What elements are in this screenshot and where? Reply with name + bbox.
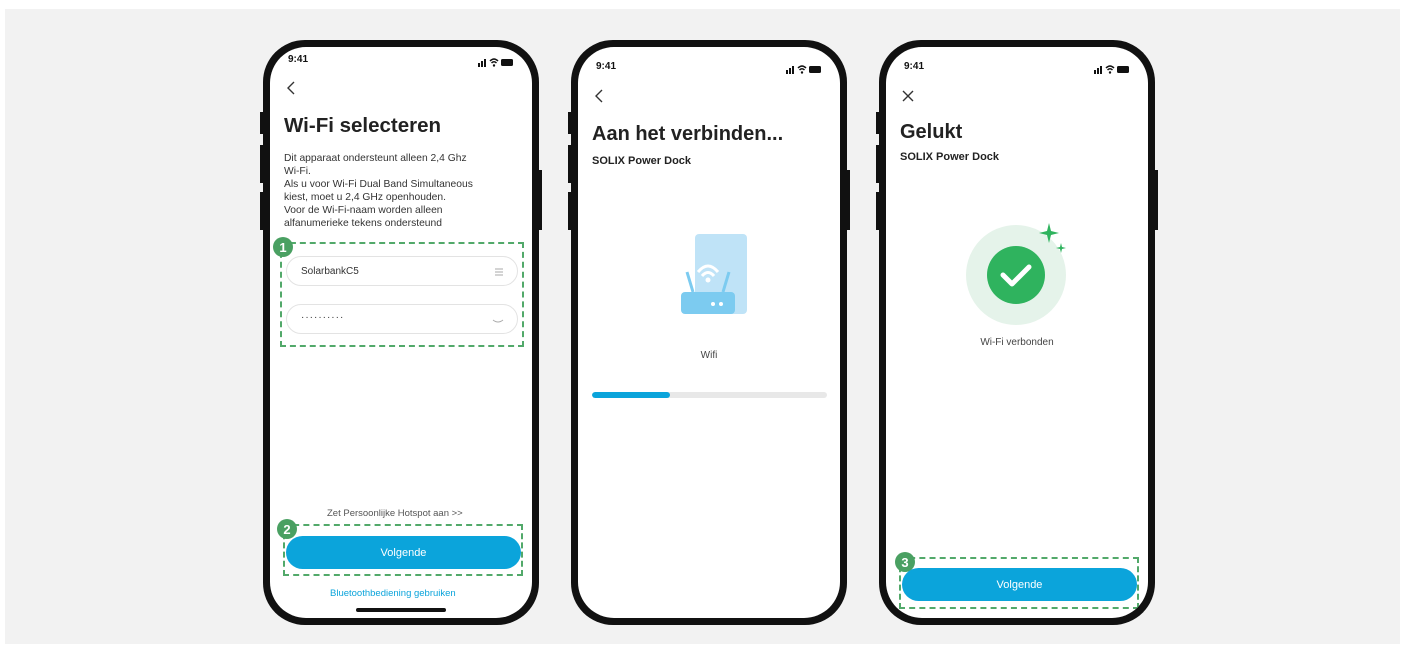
password-field[interactable]: ·········· <box>286 304 518 334</box>
phone-wifi-select: 9:41 Wi-Fi selecteren Dit apparaat onder… <box>260 40 542 625</box>
home-indicator <box>356 608 446 612</box>
description-line: Dit apparaat ondersteunt alleen 2,4 Ghz <box>284 153 467 164</box>
description-line: alfanumerieke tekens ondersteund <box>284 218 442 229</box>
status-icons <box>786 61 822 79</box>
next-button[interactable]: Volgende <box>286 536 521 569</box>
back-chevron-icon[interactable] <box>284 80 300 96</box>
page-title: Gelukt <box>900 121 963 143</box>
description-line: Wi-Fi. <box>284 166 311 177</box>
ssid-value: SolarbankC5 <box>301 266 359 277</box>
success-check-icon <box>966 217 1076 332</box>
device-name: SOLIX Power Dock <box>592 155 692 167</box>
next-button[interactable]: Volgende <box>902 568 1137 601</box>
device-type-label: Wifi <box>700 350 718 361</box>
password-value: ·········· <box>301 312 345 323</box>
eye-closed-icon[interactable] <box>491 313 505 331</box>
router-illustration-icon <box>673 232 753 327</box>
ssid-field[interactable]: SolarbankC5 <box>286 256 518 286</box>
step-badge-2: 2 <box>277 519 297 539</box>
page-title: Aan het verbinden... <box>592 123 784 145</box>
description-line: Voor de Wi-Fi-naam worden alleen <box>284 205 443 216</box>
description-line: Als u voor Wi-Fi Dual Band Simultaneous <box>284 179 473 190</box>
phone-success: 9:41 Gelukt SOLIX Power Dock Wi-Fi verbo… <box>876 40 1158 625</box>
device-name: SOLIX Power Dock <box>900 151 1000 163</box>
list-icon[interactable] <box>493 265 505 283</box>
step-badge-1: 1 <box>273 237 293 257</box>
screen: 9:41 Aan het verbinden... SOLIX Power Do… <box>578 47 840 618</box>
screen: 9:41 Gelukt SOLIX Power Dock Wi-Fi verbo… <box>886 47 1148 618</box>
close-icon[interactable] <box>900 88 916 104</box>
progress-fill <box>592 392 670 398</box>
status-icons <box>1094 61 1130 79</box>
status-time: 9:41 <box>904 61 925 72</box>
bluetooth-link[interactable]: Bluetoothbediening gebruiken <box>330 588 456 599</box>
page-title: Wi-Fi selecteren <box>284 114 442 137</box>
screen: 9:41 Wi-Fi selecteren Dit apparaat onder… <box>270 47 532 618</box>
description-line: kiest, moet u 2,4 GHz openhouden. <box>284 192 446 203</box>
hotspot-link[interactable]: Zet Persoonlijke Hotspot aan >> <box>327 508 463 519</box>
connection-status: Wi-Fi verbonden <box>980 337 1054 348</box>
status-time: 9:41 <box>288 54 309 65</box>
status-time: 9:41 <box>596 61 617 72</box>
phone-connecting: 9:41 Aan het verbinden... SOLIX Power Do… <box>568 40 850 625</box>
progress-bar <box>592 392 827 398</box>
status-icons <box>478 54 514 72</box>
back-chevron-icon[interactable] <box>592 88 608 104</box>
